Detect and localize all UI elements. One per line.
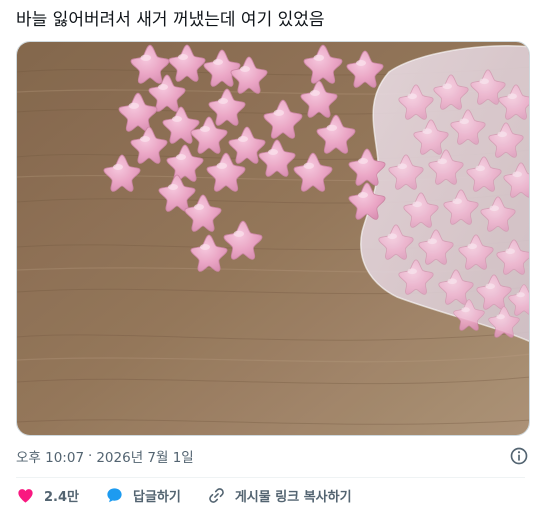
post-time[interactable]: 오후 10:07 bbox=[16, 446, 84, 466]
reply-button[interactable]: 답글하기 bbox=[105, 486, 181, 505]
divider bbox=[16, 477, 525, 478]
copy-link-label: 게시물 링크 복사하기 bbox=[234, 489, 352, 505]
meta-separator: · bbox=[88, 448, 93, 464]
post-date[interactable]: 2026년 7월 1일 bbox=[96, 446, 193, 466]
post-text: 바늘 잃어버려서 새거 꺼냈는데 여기 있었음 bbox=[16, 10, 325, 30]
copy-link-button[interactable]: 게시물 링크 복사하기 bbox=[207, 486, 352, 505]
info-circle-icon[interactable] bbox=[509, 446, 529, 466]
post-meta-row: 오후 10:07 · 2026년 7월 1일 bbox=[16, 446, 529, 466]
heart-icon bbox=[18, 488, 33, 503]
like-count: 2.4만 bbox=[44, 489, 79, 505]
reply-label: 답글하기 bbox=[133, 489, 181, 505]
photo-image bbox=[17, 42, 529, 435]
post-actions: 2.4만 답글하기 게시물 링크 복사하기 bbox=[16, 484, 352, 506]
like-button[interactable]: 2.4만 bbox=[16, 486, 79, 505]
post-photo[interactable] bbox=[16, 41, 530, 436]
post-timestamp[interactable]: 오후 10:07 · 2026년 7월 1일 bbox=[16, 446, 194, 466]
speech-bubble-icon bbox=[107, 487, 122, 502]
link-icon bbox=[209, 487, 224, 503]
post-card: 바늘 잃어버려서 새거 꺼냈는데 여기 있었음 오후 10:07 · 2026년… bbox=[0, 0, 541, 514]
